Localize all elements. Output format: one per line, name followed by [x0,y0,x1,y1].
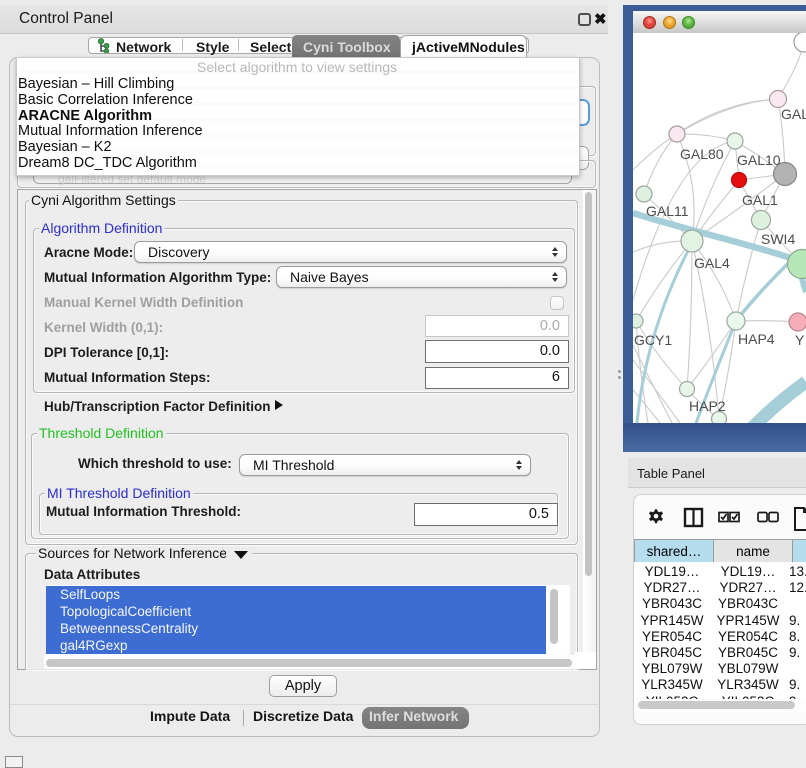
svg-text:GAL10: GAL10 [737,152,781,168]
svg-text:Y: Y [795,332,805,348]
svg-text:SWI4: SWI4 [761,231,795,247]
svg-text:HAP2: HAP2 [689,398,726,414]
svg-text:GAL80: GAL80 [680,146,724,162]
svg-text:GAL4: GAL4 [694,255,730,271]
svg-text:GAL7: GAL7 [781,106,806,122]
svg-text:GAL1: GAL1 [742,192,778,208]
svg-text:GAL11: GAL11 [646,203,689,219]
svg-text:HAP4: HAP4 [738,331,775,347]
svg-text:GCY1: GCY1 [634,332,672,348]
